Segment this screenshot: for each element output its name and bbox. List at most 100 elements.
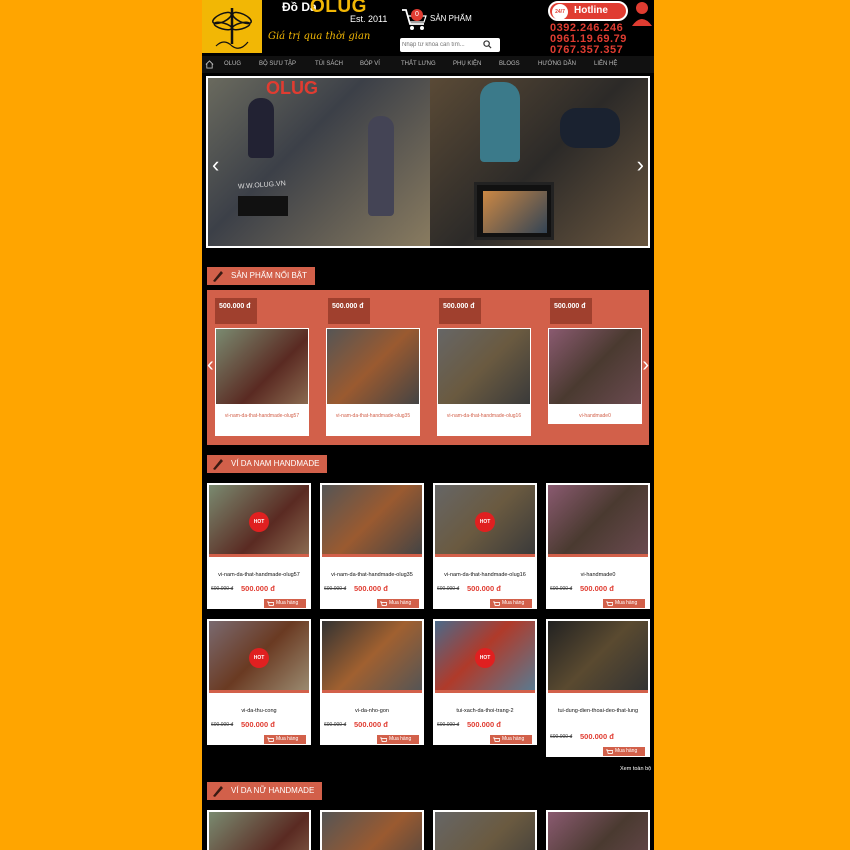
main-nav: OLUG BỘ SƯU TẬP TÚI SÁCH BÓP VÍ THẮT LƯN…: [202, 56, 654, 73]
buy-button[interactable]: Mua hàng: [377, 735, 419, 744]
product-name[interactable]: vi-nam-da-that-handmade-olug35: [322, 570, 422, 580]
slider-prev-icon[interactable]: ‹: [212, 152, 219, 178]
product-name[interactable]: vi-nam-da-that-handmade-olug35: [328, 411, 418, 421]
featured-price: 500.000 đ: [439, 298, 481, 324]
search-input[interactable]: [402, 39, 480, 51]
buy-button-label: Mua hàng: [502, 600, 525, 606]
product-name[interactable]: tui-dung-dien-thoai-deo-that-lung: [548, 706, 648, 717]
product-card[interactable]: [433, 810, 537, 850]
nav-item-blogs[interactable]: BLOGS: [499, 61, 520, 67]
product-card[interactable]: vi-da-nho-gon 600.000 đ 500.000 đ Mua hà…: [320, 619, 424, 745]
product-image: [548, 621, 648, 693]
cart-button[interactable]: 0 SẢN PHẨM: [400, 6, 480, 32]
old-price: 600.000 đ: [550, 586, 573, 592]
women-section-title: VÍ DA NỮ HANDMADE: [207, 782, 323, 800]
hero-slider: OLUG W.W.OLUG.VN ‹ ›: [206, 76, 650, 248]
men-section-title: VÍ DA NAM HANDMADE: [207, 455, 328, 473]
hot-badge: HOT: [475, 512, 495, 532]
nav-item-collection[interactable]: BỘ SƯU TẬP: [259, 61, 296, 67]
old-price: 600.000 đ: [437, 586, 460, 592]
men-title-text: VÍ DA NAM HANDMADE: [231, 459, 320, 468]
nav-item-guide[interactable]: HƯỚNG DẪN: [538, 61, 576, 67]
nav-item-olug[interactable]: OLUG: [224, 61, 241, 67]
product-name[interactable]: tui-xach-da-thoi-trang-2: [435, 706, 535, 716]
cart-icon: [267, 600, 274, 606]
product-name[interactable]: vi-da-thu-cong: [209, 706, 309, 716]
old-price: 600.000 đ: [437, 722, 460, 728]
product-card[interactable]: [546, 810, 650, 850]
nav-item-belts[interactable]: THẮT LƯNG: [401, 61, 436, 67]
product-name[interactable]: vi-nam-da-that-handmade-olug57: [209, 570, 309, 580]
buy-button-label: Mua hàng: [276, 600, 299, 606]
buy-button[interactable]: Mua hàng: [490, 599, 532, 608]
video-camera: [238, 196, 288, 216]
brand-established: Est. 2011: [350, 14, 388, 24]
buy-button[interactable]: Mua hàng: [490, 735, 532, 744]
nav-item-wallets[interactable]: BÓP VÍ: [360, 61, 380, 67]
product-name[interactable]: vi-nam-da-that-handmade-olug57: [217, 411, 307, 421]
product-card[interactable]: HOT vi-da-thu-cong 600.000 đ 500.000 đ M…: [207, 619, 311, 745]
nav-item-contact[interactable]: LIÊN HỆ: [594, 61, 617, 67]
featured-card[interactable]: vi-nam-da-that-handmade-olug57: [215, 328, 309, 436]
featured-card[interactable]: vi-nam-da-that-handmade-olug35: [326, 328, 420, 436]
product-card[interactable]: HOT vi-nam-da-that-handmade-olug16 600.0…: [433, 483, 537, 609]
buy-button-label: Mua hàng: [389, 600, 412, 606]
product-name[interactable]: vi-handmade0: [548, 570, 648, 580]
dragonfly-logo-icon: [212, 8, 252, 49]
featured-card[interactable]: vi-nam-da-that-handmade-olug16: [437, 328, 531, 436]
person-figure: [480, 82, 520, 162]
product-price: 500.000 đ: [580, 584, 614, 593]
featured-section-title: SẢN PHẨM NỔI BẬT: [207, 267, 316, 285]
product-price: 500.000 đ: [241, 584, 275, 593]
hotline-badge[interactable]: 24/7 Hotline: [548, 1, 628, 21]
hotline-phone-3[interactable]: 0767.357.357: [550, 44, 623, 56]
product-image: [549, 329, 641, 404]
hotline-label: Hotline: [574, 5, 608, 16]
search-icon[interactable]: [483, 40, 492, 49]
featured-carousel: ‹ › 500.000 đ vi-nam-da-that-handmade-ol…: [207, 290, 649, 445]
hot-badge: HOT: [249, 648, 269, 668]
women-title-text: VÍ DA NỮ HANDMADE: [231, 786, 315, 795]
product-image: [209, 812, 309, 850]
product-image: [548, 812, 648, 850]
page-container: Đồ Da OLUG Est. 2011 Giá trị qua thời gi…: [202, 0, 654, 850]
featured-card[interactable]: vi-handmade0: [548, 328, 642, 424]
cart-label: SẢN PHẨM: [430, 14, 472, 23]
cart-icon: [493, 600, 500, 606]
featured-next-icon[interactable]: ›: [642, 354, 649, 377]
buy-button[interactable]: Mua hàng: [603, 747, 645, 756]
home-icon[interactable]: [205, 60, 214, 69]
old-price: 600.000 đ: [211, 586, 234, 592]
site-logo[interactable]: [202, 0, 262, 53]
slider-next-icon[interactable]: ›: [637, 152, 644, 178]
product-card[interactable]: HOT vi-nam-da-that-handmade-olug57 600.0…: [207, 483, 311, 609]
nav-item-accessories[interactable]: PHỤ KIỆN: [453, 61, 481, 67]
product-name[interactable]: vi-handmade0: [550, 411, 640, 421]
nav-item-bags[interactable]: TÚI SÁCH: [315, 61, 343, 67]
product-name[interactable]: vi-nam-da-that-handmade-olug16: [439, 411, 529, 421]
buy-button[interactable]: Mua hàng: [377, 599, 419, 608]
shop-sign-text: OLUG: [266, 78, 318, 98]
cart-icon: [493, 736, 500, 742]
product-price: 500.000 đ: [354, 584, 388, 593]
support-agent-icon: [632, 2, 652, 26]
product-name[interactable]: vi-da-nho-gon: [322, 706, 422, 716]
search-box: [400, 38, 500, 52]
product-name[interactable]: vi-nam-da-that-handmade-olug16: [435, 570, 535, 580]
hot-badge: HOT: [475, 648, 495, 668]
product-card[interactable]: vi-handmade0 600.000 đ 500.000 đ Mua hàn…: [546, 483, 650, 609]
product-card[interactable]: vi-nam-da-that-handmade-olug35 600.000 đ…: [320, 483, 424, 609]
product-card[interactable]: [207, 810, 311, 850]
buy-button[interactable]: Mua hàng: [603, 599, 645, 608]
old-price: 600.000 đ: [550, 734, 573, 740]
buy-button[interactable]: Mua hàng: [264, 735, 306, 744]
hotline-247-icon: 24/7: [552, 4, 568, 20]
cart-icon: [606, 600, 613, 606]
product-card[interactable]: HOT tui-xach-da-thoi-trang-2 600.000 đ 5…: [433, 619, 537, 745]
product-price: 500.000 đ: [467, 584, 501, 593]
buy-button[interactable]: Mua hàng: [264, 599, 306, 608]
product-card[interactable]: tui-dung-dien-thoai-deo-that-lung 600.00…: [546, 619, 650, 757]
view-all-link[interactable]: Xem toàn bộ: [620, 766, 651, 772]
product-card[interactable]: [320, 810, 424, 850]
featured-prev-icon[interactable]: ‹: [207, 354, 214, 377]
